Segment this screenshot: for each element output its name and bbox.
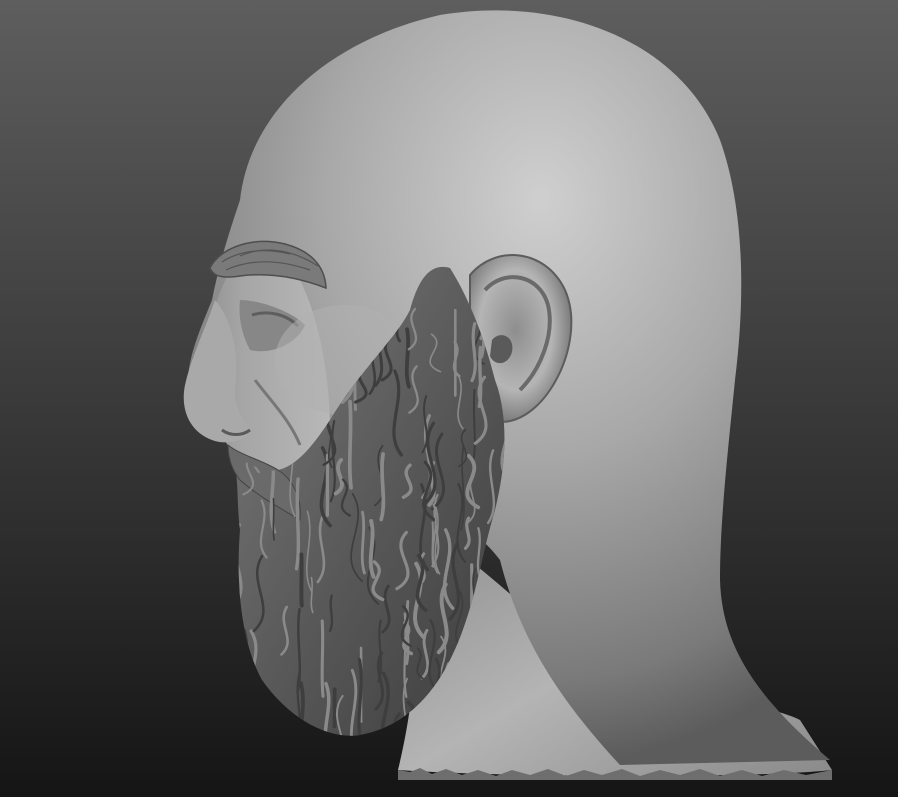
beard-strand: [347, 399, 353, 490]
beard-strand: [472, 388, 476, 463]
beard-strand: [272, 498, 275, 541]
sculpt-viewport: [0, 0, 898, 797]
beard-strand: [368, 518, 376, 579]
beard-strand: [379, 452, 386, 522]
beard-strand: [320, 619, 325, 698]
sculpt-render: [0, 0, 898, 797]
beard-strand: [360, 510, 366, 575]
beard-strand: [404, 327, 411, 389]
beard-strand: [294, 477, 301, 571]
